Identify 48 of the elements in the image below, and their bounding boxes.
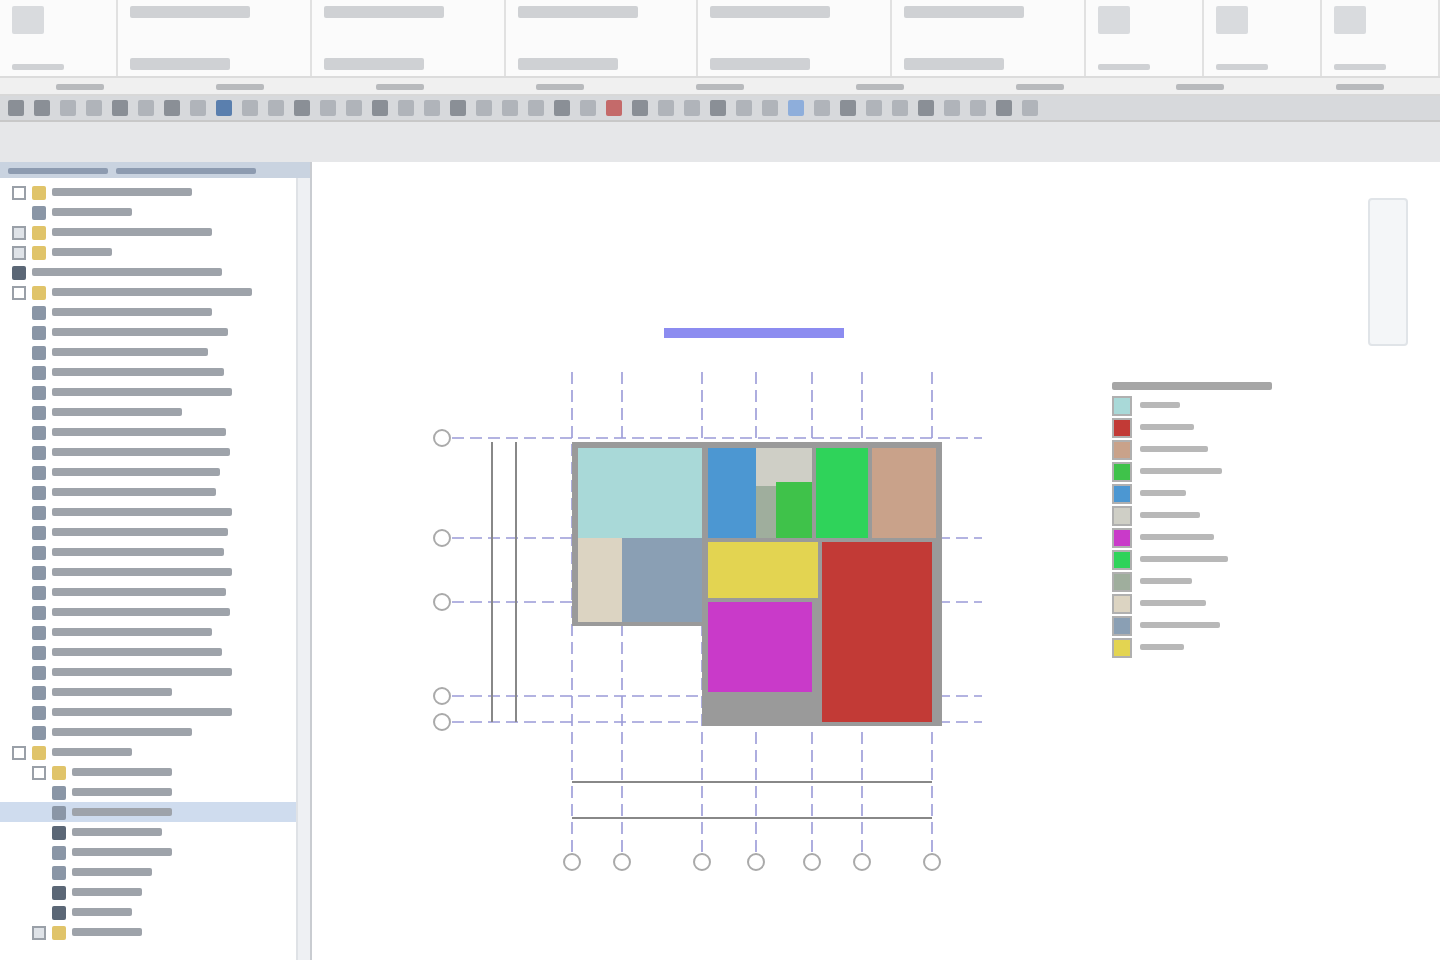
toolbar-icon[interactable] [554, 100, 570, 116]
toolbar-icon[interactable] [372, 100, 388, 116]
toolbar-icon[interactable] [86, 100, 102, 116]
toolbar-icon[interactable] [528, 100, 544, 116]
toolbar-icon[interactable] [762, 100, 778, 116]
toolbar-icon[interactable] [892, 100, 908, 116]
toolbar-icon[interactable] [606, 100, 622, 116]
expand-toggle-icon[interactable] [12, 245, 26, 259]
expand-toggle-icon[interactable] [12, 225, 26, 239]
expand-toggle-icon[interactable] [32, 925, 46, 939]
toolbar-icon[interactable] [190, 100, 206, 116]
toolbar-icon[interactable] [294, 100, 310, 116]
toolbar-icon[interactable] [60, 100, 76, 116]
toolbar-icon[interactable] [268, 100, 284, 116]
toolbar-icon[interactable] [450, 100, 466, 116]
toolbar-icon[interactable] [138, 100, 154, 116]
toolbar-icon[interactable] [866, 100, 882, 116]
toolbar-icon[interactable] [580, 100, 596, 116]
toolbar-icon[interactable] [320, 100, 336, 116]
toolbar-icon[interactable] [242, 100, 258, 116]
navigation-bar[interactable] [1368, 198, 1408, 346]
toolbar-icon[interactable] [788, 100, 804, 116]
toolbar-icon[interactable] [112, 100, 128, 116]
toolbar-icon[interactable] [658, 100, 674, 116]
toolbar-icon[interactable] [502, 100, 518, 116]
toolbar-icon[interactable] [346, 100, 362, 116]
expand-toggle-icon[interactable] [32, 765, 46, 779]
toolbar-icon[interactable] [944, 100, 960, 116]
toolbar-icon[interactable] [970, 100, 986, 116]
toolbar-icon[interactable] [34, 100, 50, 116]
expand-toggle-icon[interactable] [12, 285, 26, 299]
expand-toggle-icon[interactable] [12, 745, 26, 759]
toolbar-icon[interactable] [424, 100, 440, 116]
toolbar-icon[interactable] [684, 100, 700, 116]
toolbar-icon[interactable] [164, 100, 180, 116]
toolbar-icon[interactable] [216, 100, 232, 116]
toolbar-icon[interactable] [1022, 100, 1038, 116]
toolbar-icon[interactable] [398, 100, 414, 116]
toolbar-icon[interactable] [736, 100, 752, 116]
expand-toggle-icon[interactable] [12, 185, 26, 199]
toolbar-icon[interactable] [814, 100, 830, 116]
toolbar-icon[interactable] [710, 100, 726, 116]
toolbar-icon[interactable] [918, 100, 934, 116]
toolbar-icon[interactable] [8, 100, 24, 116]
toolbar-icon[interactable] [632, 100, 648, 116]
toolbar-icon[interactable] [840, 100, 856, 116]
toolbar-icon[interactable] [996, 100, 1012, 116]
toolbar-icon[interactable] [476, 100, 492, 116]
